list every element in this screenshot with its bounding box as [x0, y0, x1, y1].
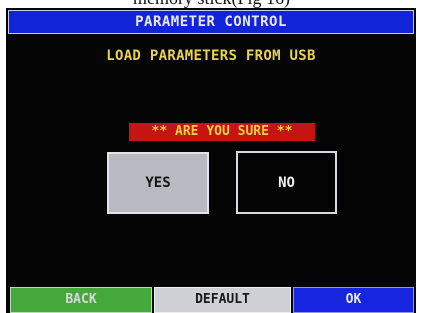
device-screen: PARAMETER CONTROL LOAD PARAMETERS FROM U… [6, 8, 416, 313]
no-button[interactable]: NO [236, 151, 337, 214]
figure-caption: memory stick(Fig 16) [0, 0, 423, 8]
bottom-toolbar: BACK DEFAULT OK [6, 287, 416, 313]
ok-button[interactable]: OK [293, 287, 414, 313]
default-button[interactable]: DEFAULT [154, 287, 291, 313]
back-button[interactable]: BACK [10, 287, 152, 313]
confirmation-warning: ** ARE YOU SURE ** [129, 123, 315, 141]
screenshot-frame: memory stick(Fig 16) PARAMETER CONTROL L… [0, 0, 423, 313]
yes-button-label: YES [145, 175, 171, 191]
yes-button[interactable]: YES [107, 152, 209, 214]
dialog-subtitle: LOAD PARAMETERS FROM USB [106, 48, 316, 64]
no-button-label: NO [278, 174, 295, 191]
page-title: PARAMETER CONTROL [8, 10, 414, 34]
